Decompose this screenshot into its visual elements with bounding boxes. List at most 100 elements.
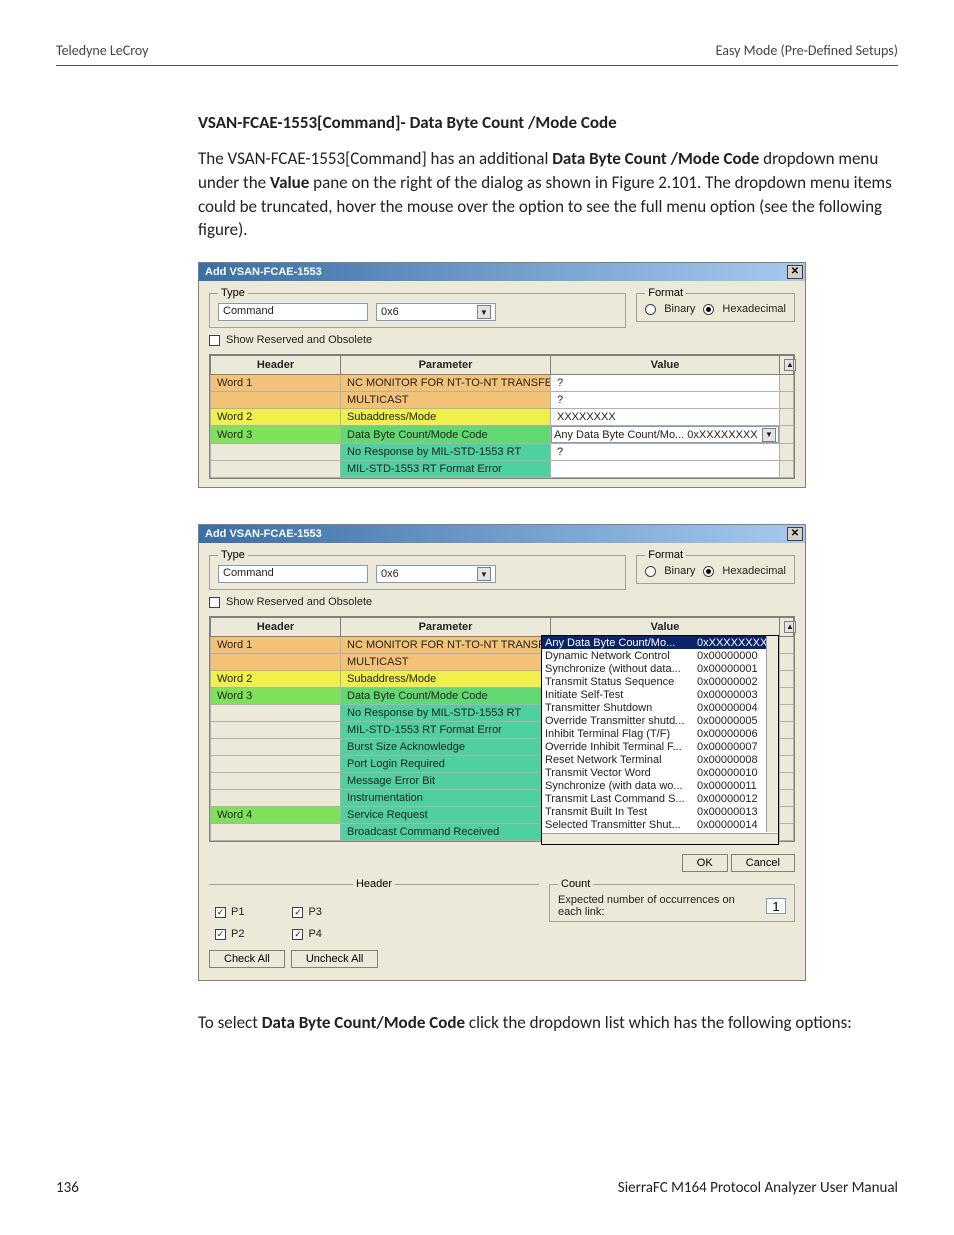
dialog-1: Add VSAN-FCAE-1553 ✕ Type Command 0x6 ▼ [198,262,806,488]
dropdown-option[interactable]: Inhibit Terminal Flag (T/F)0x00000006 [542,727,778,740]
check-all-button[interactable]: Check All [209,950,285,968]
dialog-titlebar: Add VSAN-FCAE-1553 ✕ [199,525,805,543]
grid-1: Header Parameter Value ▲ Word 1NC MONITO… [209,354,795,479]
dialog-title: Add VSAN-FCAE-1553 [205,528,322,540]
type-fieldset: Type Command 0x6 ▼ [209,549,626,590]
type-select[interactable]: Command [218,565,368,583]
type-hex-select[interactable]: 0x6 ▼ [376,565,496,583]
header-cell: Word 4 [211,807,341,824]
dropdown-option[interactable]: Transmit Vector Word0x00000010 [542,766,778,779]
paragraph-1: The VSAN-FCAE-1553[Command] has an addit… [198,147,898,242]
dropdown-option[interactable]: Transmit Status Sequence0x00000002 [542,675,778,688]
param-cell: MIL-STD-1553 RT Format Error [341,461,551,478]
header-cell [211,790,341,807]
radio-binary[interactable] [645,304,656,315]
dropdown-option[interactable]: Transmit Built In Test0x00000013 [542,805,778,818]
format-fieldset: Format Binary Hexadecimal [636,549,795,584]
param-cell: Service Request [341,807,551,824]
p1-checkbox[interactable] [215,907,226,918]
col-parameter[interactable]: Parameter [341,356,551,375]
col-header[interactable]: Header [211,356,341,375]
value-cell[interactable] [551,461,780,478]
param-cell: Message Error Bit [341,773,551,790]
radio-hex[interactable] [703,566,714,577]
count-input[interactable] [766,898,786,914]
scrollbar[interactable] [766,636,778,832]
dropdown-option[interactable]: Initiate Self-Test0x00000003 [542,688,778,701]
param-cell: Broadcast Command Received [341,824,551,841]
col-value[interactable]: Value [551,356,780,375]
show-reserved-checkbox[interactable] [209,597,220,608]
format-fieldset: Format Binary Hexadecimal [636,287,795,322]
param-cell: Data Byte Count/Mode Code [341,688,551,705]
header-cell [211,824,341,841]
header-cell: Word 3 [211,426,341,444]
show-reserved-checkbox[interactable] [209,335,220,346]
dropdown-option[interactable]: Dynamic Network Control0x00000000 [542,649,778,662]
radio-binary[interactable] [645,566,656,577]
scroll-up-icon[interactable]: ▲ [784,359,796,371]
col-parameter[interactable]: Parameter [341,618,551,637]
scroll-up-icon[interactable]: ▲ [784,621,796,633]
p3-checkbox[interactable] [292,907,303,918]
header-cell: Word 3 [211,688,341,705]
param-cell: MULTICAST [341,392,551,409]
paragraph-2: To select Data Byte Count/Mode Code clic… [198,1011,898,1035]
chevron-down-icon[interactable]: ▼ [762,428,776,442]
chevron-down-icon[interactable]: ▼ [477,567,491,581]
param-cell: Subaddress/Mode [341,409,551,426]
dropdown-option[interactable]: Override Transmitter shutd...0x00000005 [542,714,778,727]
type-select[interactable]: Command [218,303,368,321]
dropdown-option[interactable]: Override Inhibit Terminal F...0x00000007 [542,740,778,753]
header-cell [211,654,341,671]
header-cell [211,392,341,409]
dropdown-list[interactable]: Any Data Byte Count/Mo...0xXXXXXXXXDynam… [541,635,779,845]
dropdown-option[interactable]: Transmit Last Command S...0x00000012 [542,792,778,805]
scrollbar-h[interactable] [542,833,778,844]
dropdown-option[interactable]: Reset Network Terminal0x00000008 [542,753,778,766]
value-cell[interactable]: ? [551,444,780,461]
col-header[interactable]: Header [211,618,341,637]
grid-2: Header Parameter Value ▲ Word 1NC MONITO… [209,616,795,842]
header-cell: Word 1 [211,637,341,654]
section-heading: VSAN-FCAE-1553[Command]- Data Byte Count… [198,112,898,133]
param-cell: Port Login Required [341,756,551,773]
header-cell [211,756,341,773]
param-cell: MULTICAST [341,654,551,671]
type-hex-select[interactable]: 0x6 ▼ [376,303,496,321]
ok-button[interactable]: OK [682,854,728,872]
header-cell: Word 1 [211,375,341,392]
value-cell[interactable]: ? [551,392,780,409]
header-cell [211,461,341,478]
value-cell[interactable]: Any Data Byte Count/Mo... 0xXXXXXXXX▼Any… [551,426,780,444]
dropdown-option[interactable]: Synchronize (without data...0x00000001 [542,662,778,675]
dropdown-option[interactable]: Synchronize (with data wo...0x00000011 [542,779,778,792]
value-cell[interactable]: XXXXXXXX [551,409,780,426]
p2-checkbox[interactable] [215,929,226,940]
manual-title: SierraFC M164 Protocol Analyzer User Man… [618,1179,898,1197]
param-cell: NC MONITOR FOR NT-TO-NT TRANSFERS [341,375,551,392]
param-cell: MIL-STD-1553 RT Format Error [341,722,551,739]
chevron-down-icon[interactable]: ▼ [477,305,491,319]
param-cell: No Response by MIL-STD-1553 RT [341,705,551,722]
p4-checkbox[interactable] [292,929,303,940]
header-cell [211,773,341,790]
param-cell: Instrumentation [341,790,551,807]
radio-hex[interactable] [703,304,714,315]
param-cell: Data Byte Count/Mode Code [341,426,551,444]
dropdown-option[interactable]: Transmitter Shutdown0x00000004 [542,701,778,714]
header-cell [211,739,341,756]
cancel-button[interactable]: Cancel [731,854,795,872]
header-cell [211,444,341,461]
header-cell: Word 2 [211,671,341,688]
doc-section: Easy Mode (Pre-Defined Setups) [716,42,898,59]
close-icon[interactable]: ✕ [787,527,803,541]
param-cell: Subaddress/Mode [341,671,551,688]
col-value[interactable]: Value [551,618,780,637]
dropdown-option[interactable]: Selected Transmitter Shut...0x00000014 [542,818,778,831]
close-icon[interactable]: ✕ [787,265,803,279]
dropdown-option[interactable]: Any Data Byte Count/Mo...0xXXXXXXXX [542,636,778,649]
uncheck-all-button[interactable]: Uncheck All [291,950,378,968]
header-fieldset: Header [209,878,539,896]
value-cell[interactable]: ? [551,375,780,392]
